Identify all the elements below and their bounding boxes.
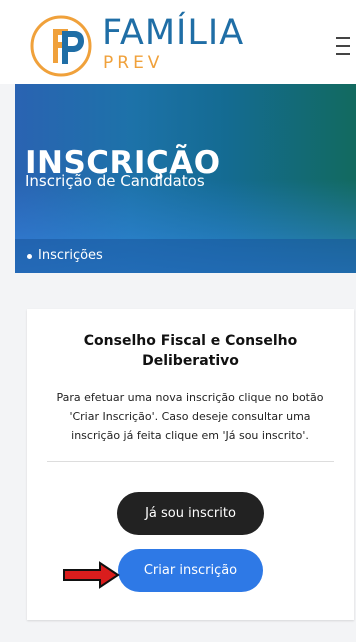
main-menu-button[interactable] <box>333 37 353 55</box>
page-subtitle: Inscrição de Candidatos <box>25 172 205 190</box>
breadcrumb-current[interactable]: Inscrições <box>38 248 103 264</box>
left-page-edge <box>0 0 15 642</box>
red-arrow-icon <box>63 561 120 589</box>
hamburger-menu-icon-line <box>336 45 350 47</box>
site-header: FP FAMÍLIA PREV <box>0 0 356 84</box>
brand-suffix: PREV <box>103 53 164 73</box>
hamburger-menu-icon <box>336 37 350 39</box>
already-registered-button[interactable]: Já sou inscrito <box>117 492 264 535</box>
breadcrumb-bar: Inscrições <box>15 239 356 273</box>
hamburger-menu-icon-line <box>336 53 350 55</box>
brand-name: FAMÍLIA <box>102 13 245 53</box>
breadcrumb[interactable]: Inscrições <box>27 248 103 264</box>
create-registration-button[interactable]: Criar inscrição <box>118 549 263 592</box>
card-divider <box>47 461 334 462</box>
breadcrumb-bullet-icon <box>27 253 32 259</box>
card-title: Conselho Fiscal e Conselho Deliberativo <box>83 333 298 369</box>
app-page: FP FAMÍLIA PREV INSCRIÇÃO Inscrição de C… <box>0 0 356 642</box>
card-description: Para efetuar uma nova inscrição clique n… <box>56 391 324 442</box>
familia-prev-logo-icon: FP <box>30 15 92 77</box>
